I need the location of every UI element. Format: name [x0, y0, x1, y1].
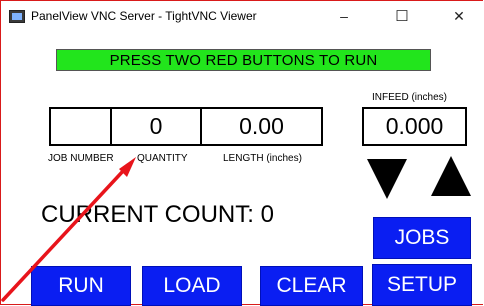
triangle-down-icon[interactable] — [367, 159, 407, 199]
close-button[interactable]: ✕ — [439, 5, 479, 27]
title-bar: PanelView VNC Server - TightVNC Viewer –… — [1, 1, 483, 31]
clear-button[interactable]: CLEAR — [260, 266, 363, 306]
maximize-button[interactable]: ☐ — [382, 5, 422, 27]
infeed-label: INFEED (inches) — [372, 92, 448, 103]
length-field[interactable]: 0.00 — [200, 107, 323, 146]
quantity-label: QUANTITY — [137, 153, 188, 164]
current-count: CURRENT COUNT: 0 — [41, 201, 274, 228]
vnc-viewer-window: PanelView VNC Server - TightVNC Viewer –… — [0, 0, 483, 306]
tightvnc-app-icon — [9, 10, 25, 23]
length-label: LENGTH (inches) — [223, 153, 302, 164]
load-button[interactable]: LOAD — [142, 266, 242, 306]
quantity-field[interactable]: 0 — [110, 107, 202, 146]
job-number-field[interactable] — [49, 107, 112, 146]
minimize-button[interactable]: – — [324, 5, 364, 27]
window-title: PanelView VNC Server - TightVNC Viewer — [31, 9, 257, 23]
jobs-button[interactable]: JOBS — [373, 217, 471, 259]
status-banner: PRESS TWO RED BUTTONS TO RUN — [56, 49, 431, 71]
run-button[interactable]: RUN — [31, 266, 131, 306]
job-number-label: JOB NUMBER — [48, 153, 114, 164]
setup-button[interactable]: SETUP — [372, 264, 472, 306]
triangle-up-icon[interactable] — [431, 156, 471, 196]
infeed-field[interactable]: 0.000 — [362, 107, 467, 146]
